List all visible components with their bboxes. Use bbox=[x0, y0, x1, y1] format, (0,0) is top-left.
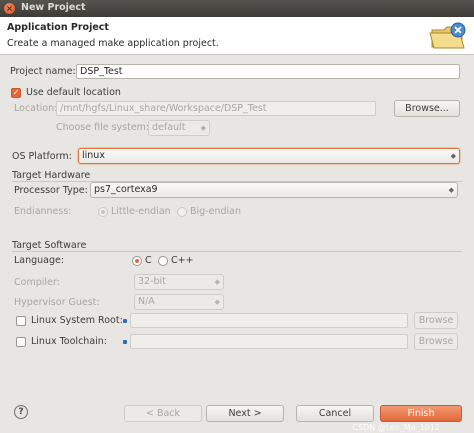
big-endian-radio[interactable] bbox=[177, 207, 187, 217]
chevron-updown-icon: ◆ bbox=[448, 186, 454, 194]
title-bar: × New Project bbox=[0, 0, 474, 17]
folder-wizard-icon bbox=[429, 22, 466, 49]
toolchain-browse-button[interactable]: Browse bbox=[414, 333, 458, 350]
chevron-updown-icon: ◆ bbox=[214, 278, 220, 286]
chevron-updown-icon: ◆ bbox=[200, 124, 206, 132]
window-title: New Project bbox=[21, 2, 86, 13]
new-project-dialog: × New Project Application Project Create… bbox=[0, 0, 474, 433]
compiler-value: 32-bit bbox=[138, 276, 166, 287]
linux-toolchain-input[interactable] bbox=[130, 334, 408, 349]
compiler-label: Compiler: bbox=[14, 277, 60, 288]
linux-system-root-input[interactable] bbox=[130, 313, 408, 328]
project-name-label: Project name: bbox=[10, 66, 76, 77]
use-default-location-checkbox[interactable]: ✓ bbox=[11, 88, 21, 98]
target-hardware-group-title: Target Hardware bbox=[12, 170, 91, 181]
hypervisor-guest-value: N/A bbox=[138, 296, 155, 307]
back-button[interactable]: < Back bbox=[124, 405, 202, 422]
language-label: Language: bbox=[14, 255, 65, 266]
little-endian-label: Little-endian bbox=[111, 206, 171, 217]
hypervisor-guest-label: Hypervisor Guest: bbox=[14, 297, 100, 308]
linux-system-root-label: Linux System Root: bbox=[31, 315, 123, 326]
location-label: Location: bbox=[14, 103, 58, 114]
wizard-header: Application Project Create a managed mak… bbox=[0, 17, 474, 55]
language-cpp-label: C++ bbox=[171, 255, 194, 266]
location-browse-button[interactable]: Browse... bbox=[394, 100, 460, 117]
os-platform-select[interactable]: linux ◆ bbox=[78, 148, 460, 164]
language-cpp-radio[interactable] bbox=[158, 256, 168, 266]
file-system-label: Choose file system: bbox=[56, 122, 150, 133]
linux-toolchain-checkbox[interactable] bbox=[16, 337, 26, 347]
language-c-label: C bbox=[145, 255, 152, 266]
close-icon: × bbox=[6, 4, 13, 13]
big-endian-label: Big-endian bbox=[190, 206, 241, 217]
system-root-browse-button[interactable]: Browse bbox=[414, 312, 458, 329]
info-marker-icon bbox=[123, 340, 127, 344]
watermark-text: CSDN @Leo_Ma_1012 bbox=[352, 423, 440, 432]
os-platform-label: OS Platform: bbox=[12, 151, 72, 162]
cancel-button[interactable]: Cancel bbox=[296, 405, 374, 422]
processor-type-label: Processor Type: bbox=[14, 185, 88, 196]
help-icon: ? bbox=[18, 407, 24, 417]
next-button[interactable]: Next > bbox=[206, 405, 284, 422]
processor-type-select[interactable]: ps7_cortexa9 ◆ bbox=[90, 182, 458, 198]
linux-system-root-checkbox[interactable] bbox=[16, 316, 26, 326]
file-system-select[interactable]: default ◆ bbox=[148, 120, 210, 136]
chevron-updown-icon: ◆ bbox=[214, 298, 220, 306]
finish-button[interactable]: Finish bbox=[380, 405, 462, 422]
file-system-value: default bbox=[152, 122, 186, 133]
compiler-select[interactable]: 32-bit ◆ bbox=[134, 274, 224, 290]
help-button[interactable]: ? bbox=[14, 405, 28, 419]
location-input[interactable]: /mnt/hgfs/Linux_share/Workspace/DSP_Test bbox=[56, 101, 376, 116]
chevron-updown-icon: ◆ bbox=[450, 152, 456, 160]
endianness-label: Endianness: bbox=[14, 206, 72, 217]
hypervisor-guest-select[interactable]: N/A ◆ bbox=[134, 294, 224, 310]
window-close-button[interactable]: × bbox=[4, 3, 15, 14]
processor-type-value: ps7_cortexa9 bbox=[94, 184, 158, 195]
language-c-radio[interactable] bbox=[132, 256, 142, 266]
linux-toolchain-label: Linux Toolchain: bbox=[31, 336, 107, 347]
little-endian-radio[interactable] bbox=[98, 207, 108, 217]
software-separator bbox=[12, 251, 462, 252]
os-platform-value: linux bbox=[82, 150, 105, 161]
info-marker-icon bbox=[123, 319, 127, 323]
wizard-page-title: Application Project bbox=[7, 22, 109, 33]
project-name-input[interactable]: DSP_Test bbox=[76, 64, 460, 79]
use-default-location-label: Use default location bbox=[26, 87, 121, 98]
wizard-page-description: Create a managed make application projec… bbox=[7, 38, 219, 49]
target-software-group-title: Target Software bbox=[12, 240, 87, 251]
